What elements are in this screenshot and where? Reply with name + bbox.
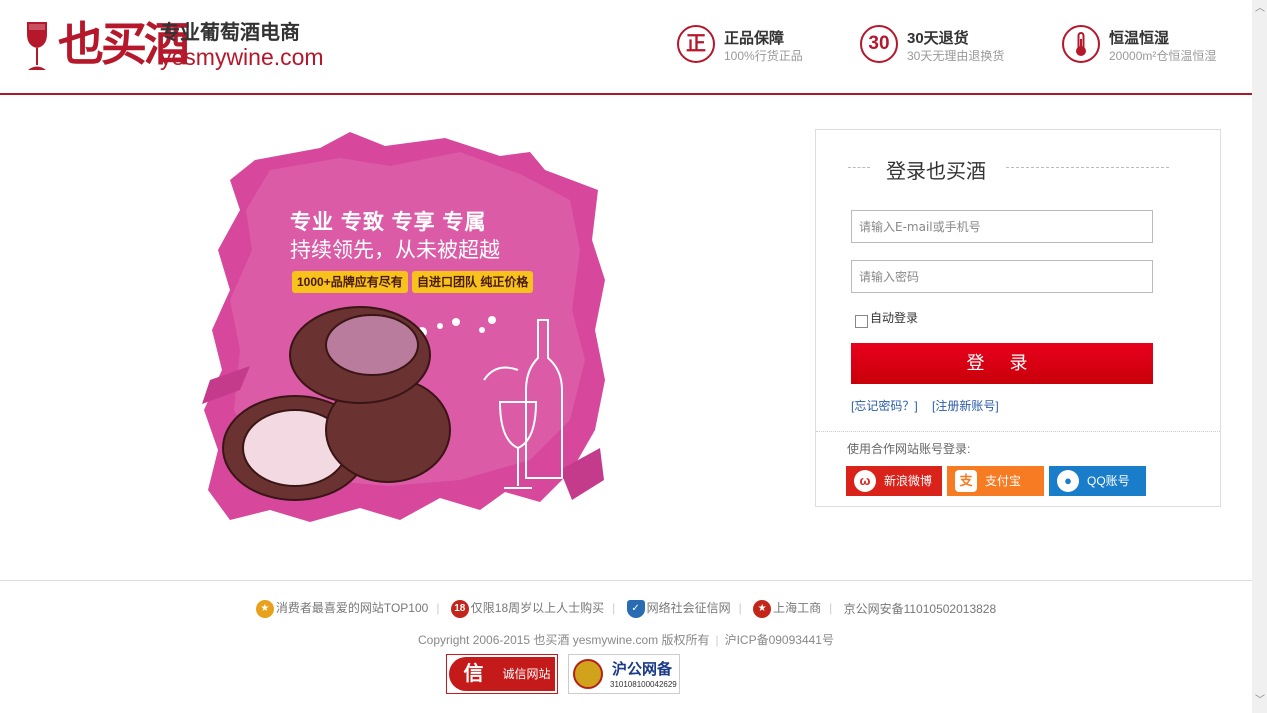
feature-title: 恒温恒湿 [1109, 30, 1170, 47]
footer-certifications: ★ 消费者最喜爱的网站TOP100 | 18 仅限18周岁以上人士购买 | ✓ 网络社会征… [0, 599, 1252, 618]
alipay-login-button[interactable]: 支 支付宝 [947, 466, 1044, 496]
site-footer: ★ 消费者最喜爱的网站TOP100 | 18 仅限18周岁以上人士购买 | ✓ 网络社会征… [0, 580, 1252, 713]
auto-login-label: 自动登录 [870, 311, 919, 325]
promo-subheadline: 持续领先，从未被超越 [290, 239, 500, 262]
promo-banner: 专业 专致 专享 专属 持续领先，从未被超越 1000+品牌应有尽有 自进口团队… [200, 130, 610, 525]
police-record-badge[interactable]: 沪公网备 310108100042629 [568, 654, 680, 694]
scroll-down-icon[interactable]: ﹀ [1255, 696, 1265, 706]
wine-splash-illustration [202, 132, 605, 522]
register-link[interactable]: [注册新账号] [932, 399, 999, 413]
account-links: [忘记密码？] [注册新账号] [851, 397, 1010, 414]
alipay-icon: 支 [955, 470, 977, 492]
login-panel: 登录也买酒 自动登录 登 录 [忘记密码？] [注册新账号] 使用合作网站账号登… [815, 129, 1221, 507]
vertical-scrollbar[interactable]: ︿ ﹀ [1252, 0, 1267, 713]
auto-login-option[interactable]: 自动登录 [855, 309, 919, 329]
wine-glass-icon [27, 22, 47, 70]
weibo-login-button[interactable]: ω 新浪微博 [846, 466, 942, 496]
shield-icon: ✓ [626, 599, 645, 618]
footer-item[interactable]: 京公网安备11010502013828 [844, 600, 997, 617]
partner-login-label: 使用合作网站账号登录: [847, 442, 971, 456]
qq-label: QQ账号 [1087, 474, 1130, 488]
emblem-icon: ★ [753, 599, 772, 618]
return-30-icon: 30 [860, 25, 898, 63]
site-header: 也买酒 专业葡萄酒电商 yesmywine.com 正 正品保障 100%行货正… [0, 0, 1252, 95]
scroll-up-icon[interactable]: ︿ [1255, 4, 1265, 14]
footer-copyright: Copyright 2006-2015 也买酒 yesmywine.com 版权… [418, 633, 834, 647]
thermometer-icon [1062, 25, 1100, 63]
feature-desc: 20000m²仓恒温恒湿 [1109, 49, 1217, 63]
icp-link[interactable]: 沪ICP备09093441号 [725, 633, 834, 647]
footer-item[interactable]: 18 仅限18周岁以上人士购买 [450, 599, 604, 618]
title-divider [1006, 167, 1169, 168]
police-emblem-icon [573, 659, 603, 689]
weibo-label: 新浪微博 [884, 474, 933, 488]
title-divider [848, 167, 870, 168]
forgot-password-link[interactable]: [忘记密码？] [851, 399, 918, 413]
account-input[interactable] [851, 210, 1153, 243]
weibo-icon: ω [854, 470, 876, 492]
qq-icon: ● [1057, 470, 1079, 492]
promo-headline: 专业 专致 专享 专属 [290, 211, 487, 234]
copyright-text: Copyright 2006-2015 也买酒 yesmywine.com 版权… [418, 633, 710, 647]
top100-icon: ★ [255, 599, 274, 618]
password-input[interactable] [851, 260, 1153, 293]
login-title: 登录也买酒 [886, 161, 986, 183]
feature-desc: 100%行货正品 [724, 49, 803, 63]
promo-tag: 自进口团队 纯正价格 [412, 271, 534, 293]
brand-slogan: 专业葡萄酒电商 [160, 22, 300, 44]
trust-label: 诚信网站 [498, 657, 555, 691]
feature-desc: 30天无理由退换货 [907, 49, 1005, 63]
auto-login-checkbox[interactable] [855, 315, 868, 329]
promo-tag: 1000+品牌应有尽有 [292, 271, 408, 293]
feature-title: 30天退货 [907, 30, 969, 47]
age-18-icon: 18 [450, 599, 469, 618]
trusted-site-badge[interactable]: 信 诚信网站 [446, 654, 558, 694]
genuine-icon: 正 [677, 25, 715, 63]
police-record-number: 310108100042629 [610, 680, 677, 689]
feature-title: 正品保障 [724, 30, 785, 47]
footer-item[interactable]: ★ 上海工商 [753, 599, 821, 618]
qq-login-button[interactable]: ● QQ账号 [1049, 466, 1146, 496]
police-record-title: 沪公网备 [612, 661, 673, 678]
site-logo[interactable]: 也买酒 专业葡萄酒电商 yesmywine.com [24, 17, 354, 74]
footer-item[interactable]: ★ 消费者最喜爱的网站TOP100 [255, 599, 428, 618]
login-button[interactable]: 登 录 [851, 343, 1153, 384]
alipay-label: 支付宝 [985, 474, 1022, 488]
footer-item[interactable]: ✓ 网络社会征信网 [626, 599, 731, 618]
section-divider [816, 431, 1220, 432]
brand-domain: yesmywine.com [160, 44, 324, 70]
trust-icon: 信 [449, 657, 498, 691]
